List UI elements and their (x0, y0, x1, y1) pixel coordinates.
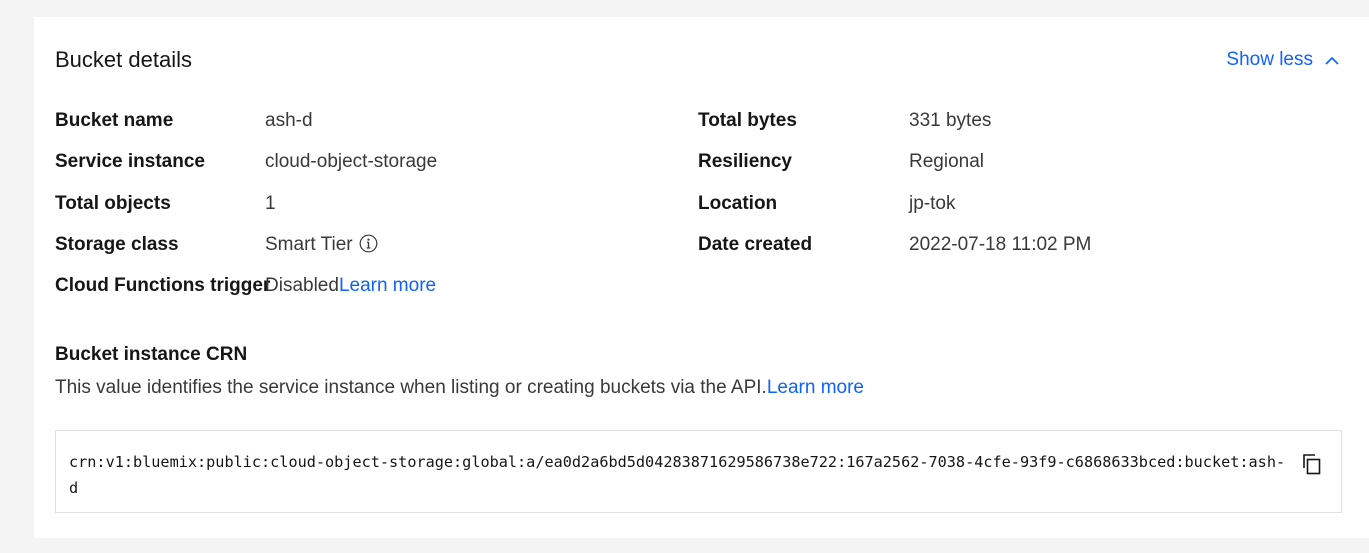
detail-row-service-instance: Service instance (55, 150, 205, 174)
detail-label: Service instance (55, 151, 205, 172)
detail-row-resiliency: Resiliency (698, 150, 792, 174)
location-value: jp-tok (909, 193, 956, 214)
detail-row-date-created: Date created (698, 233, 812, 257)
date-created-value: 2022-07-18 11:02 PM (909, 234, 1092, 255)
detail-row-total-bytes: Total bytes (698, 109, 797, 133)
crn-heading: Bucket instance CRN (55, 344, 248, 365)
detail-row-bucket-name: Bucket name (55, 109, 173, 133)
detail-label: Resiliency (698, 151, 792, 172)
detail-label: Location (698, 193, 778, 214)
resiliency-value: Regional (909, 151, 984, 172)
cloud-functions-value-wrap: DisabledLearn more (265, 274, 436, 298)
detail-row-storage-class: Storage class (55, 233, 179, 257)
bucket-details-card: Bucket details Show less Bucket name ash… (34, 17, 1369, 538)
service-instance-value: cloud-object-storage (265, 151, 438, 172)
storage-class-value: Smart Tier (265, 234, 353, 255)
crn-value[interactable]: crn:v1:bluemix:public:cloud-object-stora… (69, 449, 1289, 501)
crn-learn-more-link[interactable]: Learn more (767, 377, 864, 398)
info-icon[interactable] (359, 234, 378, 260)
crn-description-wrap: This value identifies the service instan… (55, 376, 864, 400)
detail-row-cloud-functions: Cloud Functions trigger (55, 274, 270, 298)
chevron-up-icon (1325, 56, 1339, 65)
show-less-toggle[interactable]: Show less (1226, 49, 1339, 71)
detail-label: Bucket name (55, 110, 174, 131)
copy-button[interactable] (1299, 451, 1325, 477)
card-title: Bucket details (55, 47, 192, 72)
show-less-label: Show less (1226, 49, 1313, 70)
detail-label: Date created (698, 234, 813, 255)
bucket-name-value: ash-d (265, 110, 313, 131)
total-objects-value: 1 (265, 193, 276, 214)
detail-label: Storage class (55, 234, 179, 255)
crn-description: This value identifies the service instan… (55, 377, 767, 398)
storage-class-value-wrap: Smart Tier (265, 233, 378, 260)
total-bytes-value: 331 bytes (909, 110, 992, 131)
detail-label: Total objects (55, 193, 171, 214)
cloud-functions-value: Disabled (265, 275, 339, 296)
copy-icon (1303, 454, 1321, 475)
detail-label: Total bytes (698, 110, 797, 131)
detail-row-total-objects: Total objects (55, 192, 171, 216)
cloud-functions-learn-more-link[interactable]: Learn more (339, 275, 436, 296)
detail-label: Cloud Functions trigger (55, 275, 271, 296)
crn-code-snippet: crn:v1:bluemix:public:cloud-object-stora… (55, 430, 1342, 513)
detail-row-location: Location (698, 192, 777, 216)
